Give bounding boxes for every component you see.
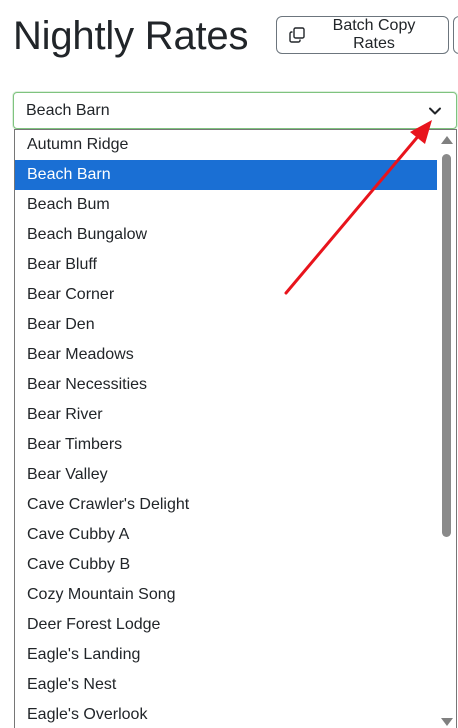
batch-copy-rates-label: Batch Copy Rates xyxy=(332,17,416,52)
option-eagle-s-landing[interactable]: Eagle's Landing xyxy=(15,640,438,670)
option-cave-cubby-a[interactable]: Cave Cubby A xyxy=(15,520,438,550)
dropdown-scrollbar[interactable] xyxy=(437,130,456,728)
option-bear-den[interactable]: Bear Den xyxy=(15,310,438,340)
option-deer-forest-lodge[interactable]: Deer Forest Lodge xyxy=(15,610,438,640)
scroll-up-arrow-icon[interactable] xyxy=(441,136,453,144)
batch-copy-rates-button[interactable]: Batch Copy Rates xyxy=(276,16,449,54)
option-bear-timbers[interactable]: Bear Timbers xyxy=(15,430,438,460)
option-eagle-s-nest[interactable]: Eagle's Nest xyxy=(15,670,438,700)
option-beach-bungalow[interactable]: Beach Bungalow xyxy=(15,220,438,250)
page-title: Nightly Rates xyxy=(13,14,249,58)
property-dropdown-list[interactable]: Autumn Ridge Beach Barn Beach Bum Beach Bun… xyxy=(14,129,457,728)
option-cave-cubby-b[interactable]: Cave Cubby B xyxy=(15,550,438,580)
option-cozy-mountain-song[interactable]: Cozy Mountain Song xyxy=(15,580,438,610)
option-list: Autumn Ridge Beach Barn Beach Bum Beach Bun… xyxy=(15,130,438,728)
option-bear-necessities[interactable]: Bear Necessities xyxy=(15,370,438,400)
option-autumn-ridge[interactable]: Autumn Ridge xyxy=(15,130,438,160)
option-cave-crawler-s-delight[interactable]: Cave Crawler's Delight xyxy=(15,490,438,520)
option-beach-barn[interactable]: Beach Barn xyxy=(15,160,438,190)
option-bear-valley[interactable]: Bear Valley xyxy=(15,460,438,490)
copy-icon xyxy=(289,27,305,43)
option-bear-meadows[interactable]: Bear Meadows xyxy=(15,340,438,370)
property-select[interactable]: Beach Barn xyxy=(13,92,457,129)
nightly-rates-page: Nightly Rates Batch Copy Rates Beach Bar… xyxy=(0,0,458,728)
option-beach-bum[interactable]: Beach Bum xyxy=(15,190,438,220)
option-bear-bluff[interactable]: Bear Bluff xyxy=(15,250,438,280)
chevron-down-icon[interactable] xyxy=(428,104,442,118)
scroll-down-arrow-icon[interactable] xyxy=(441,718,453,726)
next-toolbar-button[interactable] xyxy=(453,16,458,54)
scroll-thumb[interactable] xyxy=(442,154,451,537)
option-eagle-s-overlook[interactable]: Eagle's Overlook xyxy=(15,700,438,728)
option-bear-river[interactable]: Bear River xyxy=(15,400,438,430)
option-bear-corner[interactable]: Bear Corner xyxy=(15,280,438,310)
property-select-value: Beach Barn xyxy=(26,102,110,119)
